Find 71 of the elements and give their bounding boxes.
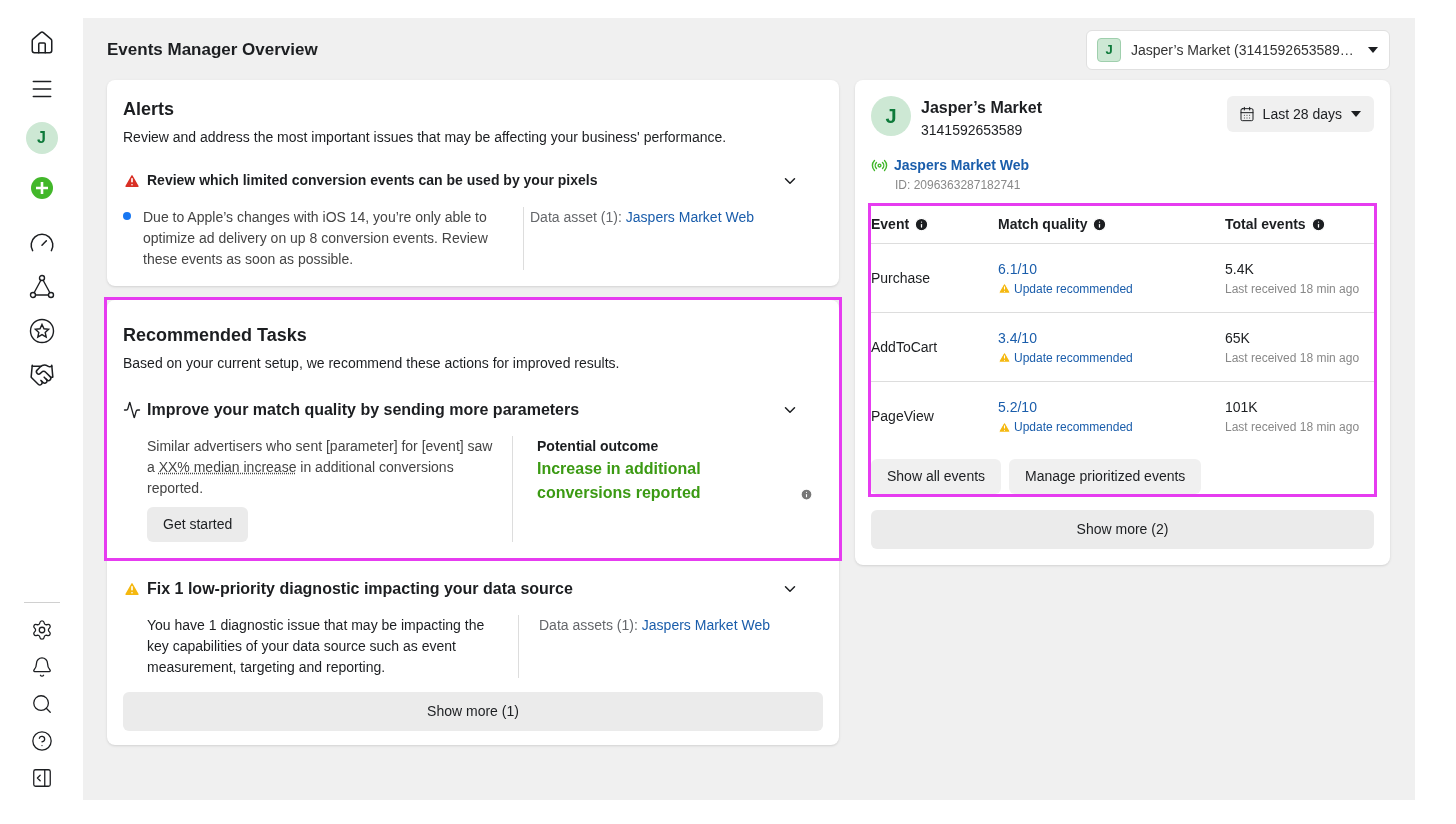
diagnostic-text: You have 1 diagnostic issue that may be impacting the key capabilities of your data source such as event measurement, targeting and reporting.	[147, 616, 486, 677]
add-icon[interactable]	[29, 176, 54, 200]
account-selector[interactable]: J Jasper’s Market (3141592653589…	[1086, 30, 1390, 70]
card-title: Recommended Tasks	[123, 324, 308, 347]
asset-link[interactable]: Jaspers Market Web	[641, 615, 770, 636]
last-received: Last received 18 min ago	[1225, 280, 1361, 298]
info-icon[interactable]	[1092, 217, 1108, 232]
settings-icon[interactable]	[30, 619, 53, 641]
status-text: Update recommended	[1014, 419, 1133, 436]
event-name: Purchase	[871, 268, 932, 288]
total-events: 101K	[1225, 398, 1259, 417]
pixel-id: ID: 2096363287182741	[894, 177, 1022, 194]
column-header: Event	[871, 215, 910, 234]
search-icon[interactable]	[30, 693, 53, 715]
page-title: Events Manager Overview	[107, 39, 318, 62]
avatar[interactable]: J	[25, 122, 58, 154]
show-more-button[interactable]: Show more (2)	[871, 510, 1374, 549]
help-icon[interactable]	[30, 730, 53, 752]
notifications-icon[interactable]	[30, 656, 53, 678]
account-avatar: J	[1097, 38, 1121, 62]
status-text: Update recommended	[1014, 280, 1133, 298]
alert-text: Due to Apple’s changes with iOS 14, you’re only able to optimize ad delivery on up 8 conversion events. Review these events as soon as possible.	[143, 208, 489, 269]
asset-label: Data asset (1):	[530, 208, 622, 227]
show-more-button[interactable]: Show more (1)	[123, 692, 823, 731]
pixel-link[interactable]: Jaspers Market Web	[894, 155, 1030, 176]
table-action-button[interactable]: Manage prioritized events	[1009, 459, 1202, 494]
event-name: AddToCart	[871, 337, 939, 357]
warning-icon	[998, 351, 1011, 364]
last-received: Last received 18 min ago	[1225, 349, 1361, 367]
task-text: Similar advertisers who sent [parameter] for [event] saw a XX% median increase in additional conversions reported.	[147, 437, 494, 498]
term-link[interactable]: XX% median increase	[158, 459, 297, 475]
total-events: 5.4K	[1225, 259, 1255, 279]
trend-icon	[123, 401, 141, 419]
caret-icon	[1350, 110, 1362, 118]
account-name: Jasper’s Market	[921, 98, 1043, 118]
account-name: Jasper’s Market (3141592653589…	[1131, 40, 1355, 60]
caret-icon	[1367, 46, 1379, 54]
outcome-label: Potential outcome	[537, 437, 660, 456]
status-text: Update recommended	[1014, 349, 1133, 367]
event-name: PageView	[871, 407, 935, 426]
asset-link[interactable]: Jaspers Market Web	[625, 207, 754, 228]
column-header: Total events	[1225, 215, 1306, 234]
match-score[interactable]: 3.4/10	[998, 327, 1225, 349]
info-icon[interactable]	[914, 217, 930, 232]
column-header: Match quality	[998, 215, 1088, 234]
home-icon[interactable]	[28, 30, 55, 56]
match-score[interactable]: 6.1/10	[998, 258, 1225, 280]
match-score[interactable]: 5.2/10	[998, 397, 1225, 418]
warning-icon	[998, 282, 1011, 295]
panel-icon[interactable]	[30, 767, 53, 789]
total-events: 65K	[1225, 328, 1251, 348]
asset-label: Data assets (1):	[539, 616, 638, 635]
alert-title: Review which limited conversion events can be used by your pixels	[147, 171, 599, 190]
outcome-text: Increase in additional conversions reported	[537, 459, 702, 503]
card-description: Based on your current setup, we recommend these actions for improved results.	[123, 354, 621, 373]
last-received: Last received 18 min ago	[1225, 419, 1361, 436]
account-id: 3141592653589	[921, 121, 1024, 140]
date-range-button[interactable]: Last 28 days	[1226, 96, 1374, 132]
account-avatar: J	[871, 96, 911, 136]
warning-icon	[123, 580, 141, 598]
handshake-icon[interactable]	[28, 362, 55, 388]
network-icon[interactable]	[28, 274, 55, 300]
diagnostic-title: Fix 1 low-priority diagnostic impacting your data source	[147, 579, 574, 599]
card-title: Alerts	[123, 98, 176, 121]
task-title: Improve your match quality by sending more parameters	[147, 400, 581, 420]
table-action-button[interactable]: Show all events	[871, 459, 1002, 494]
warning-icon	[998, 420, 1011, 434]
info-icon[interactable]	[1310, 217, 1326, 232]
get-started-button[interactable]: Get started	[147, 507, 249, 542]
card-description: Review and address the most important issues that may be affecting your business' performance.	[123, 128, 728, 147]
calendar-icon	[1238, 106, 1255, 122]
